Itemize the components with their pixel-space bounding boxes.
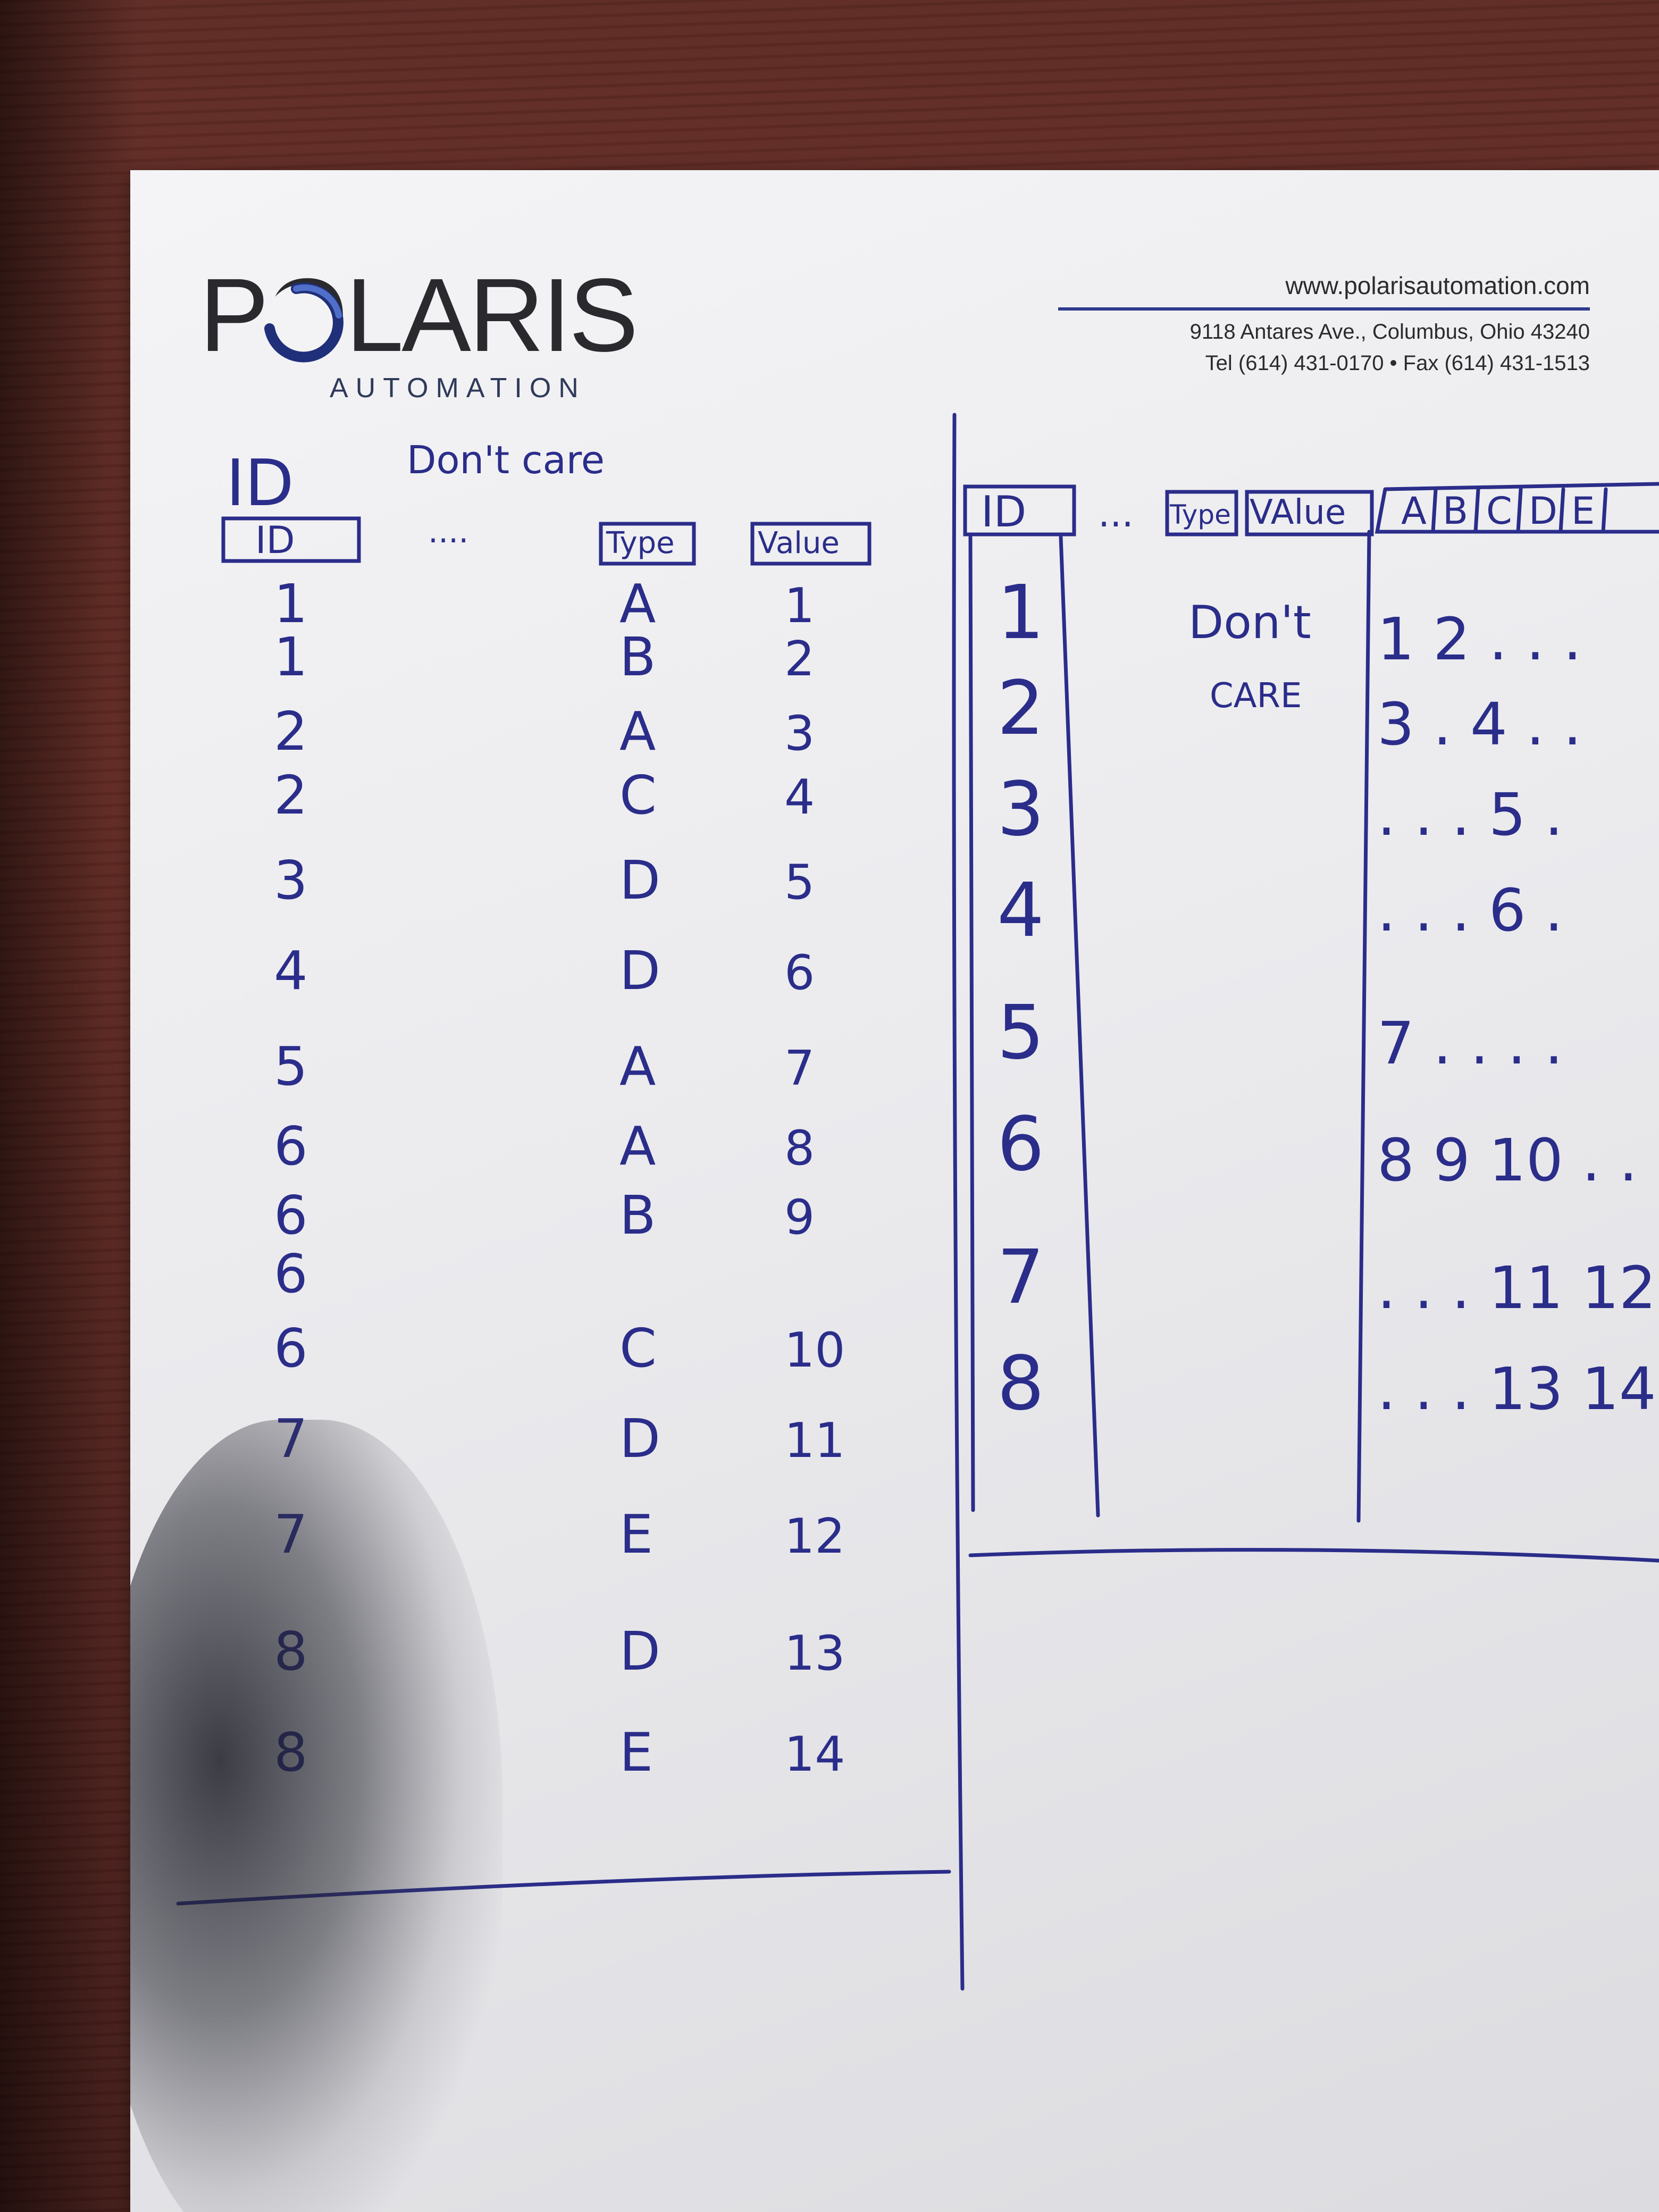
- right-row-id: 2: [997, 665, 1044, 752]
- left-row-id: 6: [274, 1115, 308, 1177]
- right-note-dont: Don't: [1188, 596, 1311, 649]
- right-header-sep-3: [1516, 487, 1523, 534]
- right-header-b: B: [1443, 489, 1468, 533]
- right-header-ellipsis: ...: [1098, 492, 1134, 535]
- left-row-type: A: [619, 700, 656, 763]
- left-row-id: 4: [274, 940, 308, 1002]
- right-id-col-right-line: [1059, 535, 1100, 1518]
- left-row-value: 3: [784, 706, 815, 761]
- right-row-id: 5: [997, 990, 1044, 1076]
- right-pivot-row: . . . 6 .: [1377, 876, 1563, 944]
- right-header-value: VAlue: [1250, 493, 1346, 532]
- left-row-value: 4: [784, 769, 815, 825]
- right-header-sep-5: [1601, 487, 1608, 534]
- left-row-value: 1: [784, 578, 815, 634]
- left-row-type: E: [619, 1503, 653, 1565]
- right-pivot-row: . . . 13 14: [1377, 1355, 1656, 1423]
- right-header-type: Type: [1169, 499, 1231, 530]
- left-row-type: A: [619, 1035, 656, 1097]
- right-header-sep-2: [1473, 487, 1480, 534]
- left-note-dont-care: Don't care: [407, 438, 605, 482]
- left-row-value: 11: [784, 1413, 845, 1469]
- right-note-care: CARE: [1210, 676, 1302, 716]
- left-heading-id: ID: [226, 447, 294, 521]
- right-pivot-row: . . . 5 .: [1377, 781, 1563, 849]
- left-header-type: Type: [606, 526, 675, 560]
- left-note-dots: ....: [428, 513, 468, 550]
- left-row-type: D: [619, 1620, 660, 1682]
- right-row-id: 6: [997, 1101, 1044, 1188]
- left-row-type: D: [619, 1407, 660, 1470]
- left-row-id: 1: [274, 626, 308, 688]
- left-row-type: C: [619, 764, 657, 826]
- right-pivot-row: 3 . 4 . .: [1377, 690, 1582, 758]
- hand-shadow: [130, 1420, 502, 2212]
- left-row-value: 13: [784, 1626, 845, 1681]
- left-row-value: 14: [784, 1727, 845, 1782]
- right-row-id: 1: [997, 569, 1044, 656]
- right-pivot-row: 1 2 . . .: [1377, 605, 1582, 673]
- right-header-c: C: [1486, 489, 1512, 533]
- right-pivot-row: 8 9 10 . .: [1377, 1126, 1638, 1194]
- left-row-id: 2: [274, 700, 308, 763]
- left-row-type: A: [619, 1115, 656, 1177]
- right-header-sep-4: [1559, 487, 1565, 534]
- main-divider-line: [952, 413, 965, 1991]
- left-shadow: [0, 0, 138, 2212]
- right-pivot-row: 7 . . . .: [1377, 1009, 1563, 1077]
- left-row-id: 6: [274, 1317, 308, 1379]
- right-bottom-line: [968, 1548, 1659, 1563]
- right-row-id: 8: [997, 1340, 1044, 1427]
- left-row-type: E: [619, 1721, 653, 1783]
- letterhead-paper: POLARIS AUTOMATION www.polarisautomation…: [130, 170, 1659, 2212]
- left-row-value: 2: [784, 631, 815, 687]
- left-row-value: 7: [784, 1041, 815, 1096]
- left-row-id: 3: [274, 849, 308, 911]
- left-row-value: 12: [784, 1509, 845, 1564]
- right-row-id: 4: [997, 867, 1044, 954]
- right-row-id: 7: [997, 1234, 1044, 1321]
- left-row-value: 10: [784, 1322, 845, 1378]
- left-row-value: 8: [784, 1120, 815, 1176]
- left-row-id: 6: [274, 1184, 308, 1246]
- left-row-value: 5: [784, 854, 815, 910]
- left-row-type: B: [619, 1184, 656, 1246]
- right-id-col-left-line: [968, 535, 975, 1512]
- right-header-d: D: [1529, 489, 1557, 533]
- left-row-type: B: [619, 626, 656, 688]
- left-header-id: ID: [255, 518, 295, 562]
- left-row-id: 6: [274, 1243, 308, 1305]
- left-header-value: Value: [758, 526, 840, 560]
- right-row-id: 3: [997, 766, 1044, 853]
- right-pivot-row: . . . 11 12: [1377, 1254, 1656, 1322]
- right-pivot-col-line: [1356, 530, 1371, 1523]
- left-row-type: C: [619, 1317, 657, 1379]
- left-row-id: 2: [274, 764, 308, 826]
- right-header-a: A: [1401, 489, 1427, 533]
- left-row-id: 5: [274, 1035, 308, 1097]
- right-header-id: ID: [981, 487, 1026, 537]
- left-row-value: 6: [784, 945, 815, 1001]
- right-header-sep-1: [1431, 487, 1438, 534]
- left-row-value: 9: [784, 1189, 815, 1245]
- right-header-e: E: [1571, 489, 1595, 533]
- left-row-type: D: [619, 940, 660, 1002]
- left-row-type: D: [619, 849, 660, 911]
